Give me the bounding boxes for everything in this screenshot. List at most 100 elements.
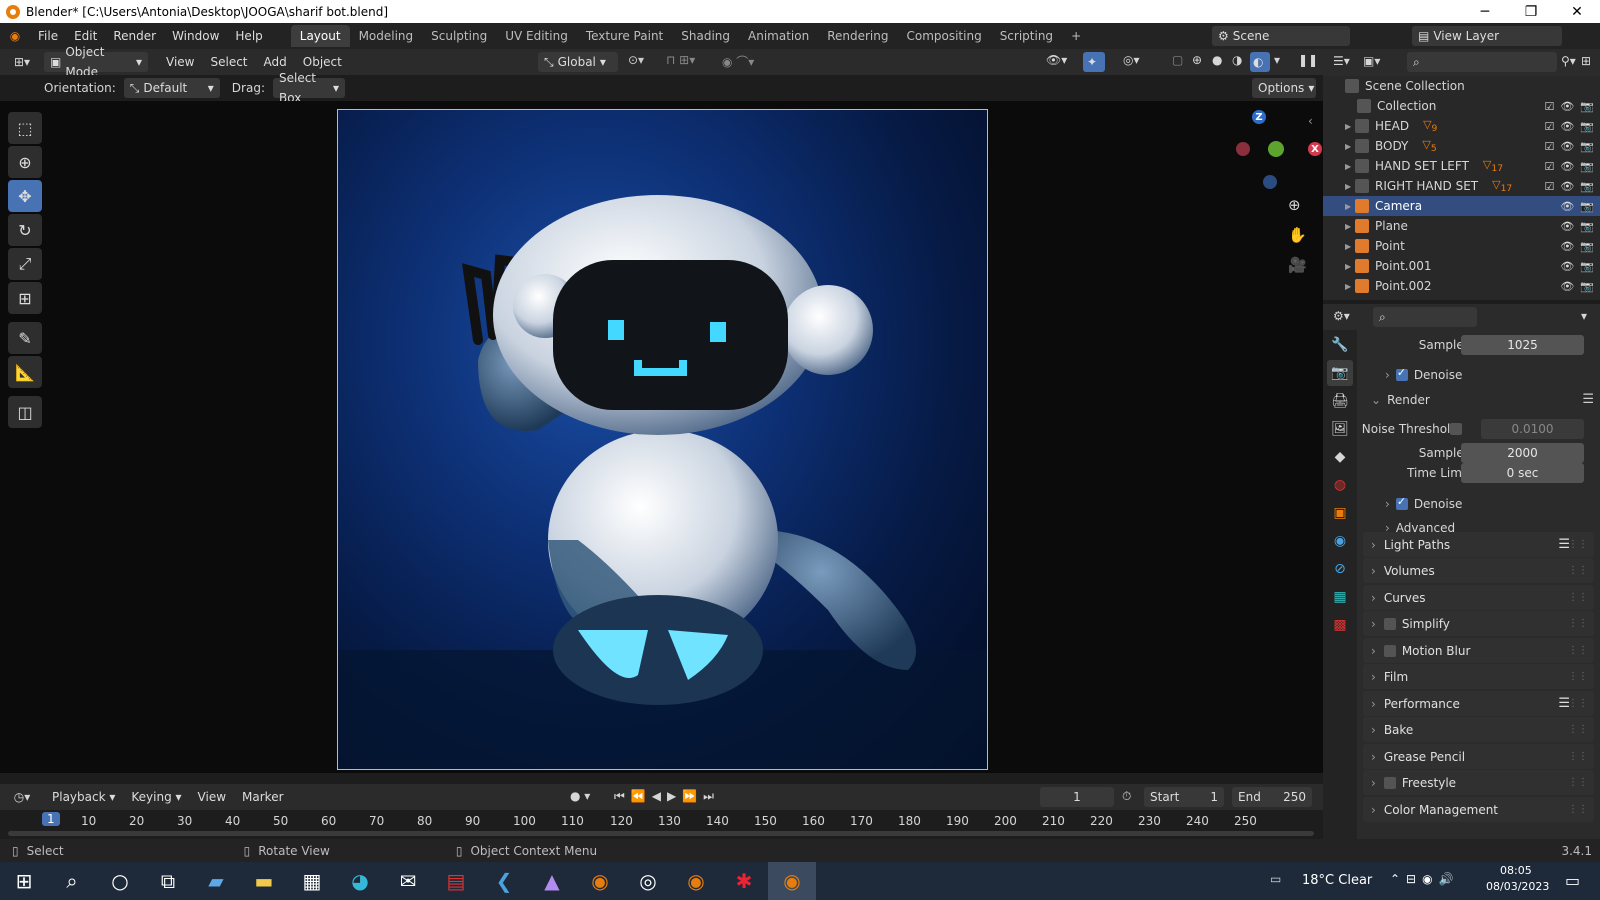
drag-handle-icon[interactable]: ⋮⋮	[1568, 804, 1588, 815]
pause-render-icon[interactable]: ❚❚	[1298, 53, 1318, 67]
noise-threshold-checkbox[interactable]	[1450, 422, 1462, 435]
drag-handle-icon[interactable]: ⋮⋮	[1568, 565, 1588, 576]
timeline-menu-playback[interactable]: Playback ▾	[44, 790, 123, 804]
timeline-frame-number[interactable]: 240	[1186, 814, 1209, 828]
blender-taskbar-icon-2[interactable]: ◉	[672, 862, 720, 900]
tab-shading[interactable]: Shading	[672, 25, 739, 47]
gizmo-neg-x-icon[interactable]	[1236, 142, 1250, 156]
expand-arrow-icon[interactable]: ▶	[1345, 262, 1355, 271]
task-view-icon[interactable]: ⧉	[144, 862, 192, 900]
tab-compositing[interactable]: Compositing	[897, 25, 990, 47]
outliner-item-collection[interactable]: Collection ☑ 👁 📷	[1323, 96, 1600, 116]
eye-icon[interactable]: 👁	[1560, 180, 1574, 193]
game-icon[interactable]: ✱	[720, 862, 768, 900]
tab-layout[interactable]: Layout	[290, 25, 350, 47]
file-explorer-icon[interactable]: ▬	[240, 862, 288, 900]
cursor-tool-icon[interactable]: ⊕	[8, 146, 42, 178]
panel-curves[interactable]: › Curves ⋮⋮	[1363, 585, 1594, 610]
viewport-menu-select[interactable]: Select	[202, 55, 255, 69]
timeline-frame-number[interactable]: 40	[225, 814, 240, 828]
clock-date[interactable]: 08/03/2023	[1486, 880, 1549, 893]
timeline-frame-number[interactable]: 250	[1234, 814, 1257, 828]
playback-controls[interactable]: ⏮⏪◀▶⏩⏭	[614, 789, 720, 804]
drag-dropdown[interactable]: Select Box ▾	[272, 71, 345, 105]
drag-handle-icon[interactable]: ⋮⋮	[1568, 539, 1588, 550]
render-camera-icon[interactable]: 📷	[1580, 240, 1594, 253]
timeline-editor-icon[interactable]: ◷▾	[0, 790, 44, 804]
maximize-button[interactable]: ❐	[1508, 0, 1554, 23]
eye-icon[interactable]: 👁	[1560, 200, 1574, 213]
viewport-menu-view[interactable]: View	[158, 55, 202, 69]
app-icon[interactable]: ▰	[192, 862, 240, 900]
eye-icon[interactable]: 👁	[1560, 240, 1574, 253]
sidebar-toggle-icon[interactable]: ‹	[1308, 114, 1313, 128]
zoom-icon[interactable]: ⊕	[1288, 196, 1301, 214]
expand-arrow-icon[interactable]: ▶	[1345, 202, 1355, 211]
outliner-search-input[interactable]: ⌕	[1407, 52, 1557, 72]
clock-icon[interactable]: ⏱	[1122, 789, 1131, 804]
options-dropdown[interactable]: Options ▾	[1252, 78, 1316, 98]
tab-sculpting[interactable]: Sculpting	[422, 25, 496, 47]
annotate-tool-icon[interactable]: ✎	[8, 322, 42, 354]
eye-icon[interactable]: 👁	[1560, 260, 1574, 273]
timeline-frame-number[interactable]: 30	[177, 814, 192, 828]
scene-tab-icon[interactable]: ◆	[1327, 444, 1353, 470]
timeline-frame-number[interactable]: 70	[369, 814, 384, 828]
timeline-frame-number[interactable]: 10	[81, 814, 96, 828]
properties-editor-icon[interactable]: ⚙▾	[1333, 309, 1350, 323]
notification-icon[interactable]: ▭	[1565, 871, 1580, 890]
store-icon[interactable]: ▦	[288, 862, 336, 900]
timeline-frame-number[interactable]: 220	[1090, 814, 1113, 828]
drag-handle-icon[interactable]: ⋮⋮	[1568, 592, 1588, 603]
current-frame-field[interactable]: 1	[1040, 787, 1114, 807]
code-icon[interactable]: ❮	[480, 862, 528, 900]
pan-hand-icon[interactable]: ✋	[1288, 226, 1307, 244]
exclude-checkbox-icon[interactable]: ☑	[1544, 180, 1554, 193]
panel-volumes[interactable]: › Volumes ⋮⋮	[1363, 558, 1594, 583]
expand-arrow-icon[interactable]: ▶	[1345, 242, 1355, 251]
material-shading-icon[interactable]: ◑	[1232, 53, 1242, 67]
expand-arrow-icon[interactable]: ▶	[1345, 182, 1355, 191]
tab-animation[interactable]: Animation	[739, 25, 818, 47]
outliner-item-camera[interactable]: ▶ Camera 👁 📷	[1323, 196, 1600, 216]
physics-tab-icon[interactable]: ◉	[1327, 528, 1353, 554]
timeline-frame-number[interactable]: 230	[1138, 814, 1161, 828]
outliner-item-body[interactable]: ▶ BODY ▽5 ☑ 👁 📷	[1323, 136, 1600, 156]
viewport-samples-field[interactable]: 1025	[1461, 334, 1584, 355]
start-frame-field[interactable]: Start 1	[1144, 787, 1224, 807]
transform-tool-icon[interactable]: ⊞	[8, 282, 42, 314]
outliner-item-plane[interactable]: ▶ Plane 👁 📷	[1323, 216, 1600, 236]
timeline-frame-number[interactable]: 20	[129, 814, 144, 828]
rendered-shading-icon[interactable]: ◐	[1250, 52, 1270, 72]
tab-rendering[interactable]: Rendering	[818, 25, 897, 47]
panel-film[interactable]: › Film ⋮⋮	[1363, 664, 1594, 689]
blender-taskbar-icon-active[interactable]: ◉	[768, 862, 816, 900]
time-limit-field[interactable]: 0 sec	[1461, 462, 1584, 483]
view-layer-tab-icon[interactable]: 🖼	[1327, 416, 1353, 442]
output-tab-icon[interactable]: 🖨	[1327, 388, 1353, 414]
timeline-frame-number[interactable]: 180	[898, 814, 921, 828]
outliner-item-point-002[interactable]: ▶ Point.002 👁 📷	[1323, 276, 1600, 296]
display-mode-icon[interactable]: ▣▾	[1363, 54, 1380, 68]
editor-type-icon[interactable]: ⊞▾	[0, 55, 44, 69]
panel-motion-blur[interactable]: › Motion Blur ⋮⋮	[1363, 638, 1594, 663]
expand-arrow-icon[interactable]: ▶	[1345, 162, 1355, 171]
blender-menu-icon[interactable]: ◉	[0, 29, 30, 43]
exclude-checkbox-icon[interactable]: ☑	[1544, 160, 1554, 173]
timeline-frame-number[interactable]: 1	[42, 812, 60, 826]
panel-enable-checkbox[interactable]	[1383, 644, 1396, 657]
timeline-frame-number[interactable]: 200	[994, 814, 1017, 828]
shading-options-icon[interactable]: ▾	[1274, 53, 1280, 67]
timeline-frame-number[interactable]: 120	[610, 814, 633, 828]
timeline-frame-number[interactable]: 90	[465, 814, 480, 828]
properties-search-input[interactable]: ⌕	[1373, 307, 1477, 327]
noise-threshold-field[interactable]: 0.0100	[1481, 418, 1584, 439]
timeline-frame-number[interactable]: 130	[658, 814, 681, 828]
render-denoise-row[interactable]: › Denoise	[1357, 491, 1600, 516]
timeline-frame-number[interactable]: 100	[513, 814, 536, 828]
render-camera-icon[interactable]: 📷	[1580, 140, 1594, 153]
obs-icon[interactable]: ◎	[624, 862, 672, 900]
clock-time[interactable]: 08:05	[1500, 864, 1532, 877]
end-frame-field[interactable]: End 250	[1232, 787, 1312, 807]
panel-color-management[interactable]: › Color Management ⋮⋮	[1363, 797, 1594, 822]
